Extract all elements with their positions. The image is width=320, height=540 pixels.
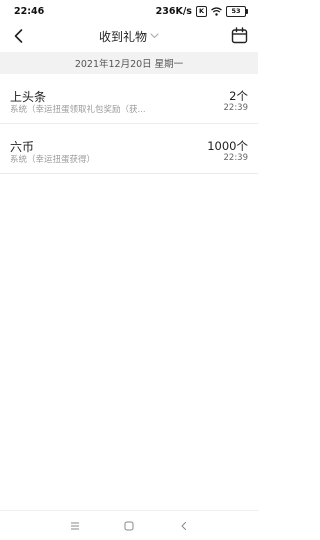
header: 收到礼物 (0, 22, 258, 50)
battery-icon: 53 (226, 5, 248, 17)
home-square-icon[interactable] (123, 520, 135, 532)
network-speed: 236K/s (155, 5, 192, 17)
gift-time: 22:39 (223, 153, 249, 163)
menu-icon[interactable] (69, 520, 81, 532)
date-label: 2021年12月20日 星期一 (74, 59, 184, 70)
calendar-icon[interactable] (231, 27, 248, 44)
gift-time: 22:39 (223, 103, 249, 113)
page-title: 收到礼物 (98, 29, 147, 44)
list-item[interactable]: 上头条 系统（幸运扭蛋领取礼包奖励（获... 2个 22:39 (0, 74, 258, 124)
wifi-icon (211, 6, 222, 16)
chevron-down-icon (150, 33, 159, 39)
gift-amount: 1000个 (207, 139, 248, 153)
gift-amount: 2个 (229, 89, 248, 103)
sim-icon: K (195, 5, 207, 17)
gift-source: 系统（幸运扭蛋领取礼包奖励（获... (10, 105, 146, 115)
back-triangle-icon[interactable] (178, 520, 190, 532)
status-bar: 22:46 236K/s K 53 (0, 0, 258, 22)
system-nav-bar (0, 510, 258, 540)
list-item[interactable]: 六币 系统（幸运扭蛋获得） 1000个 22:39 (0, 124, 258, 174)
gift-source: 系统（幸运扭蛋获得） (10, 155, 96, 165)
title-dropdown[interactable]: 收到礼物 (0, 22, 258, 50)
date-bar: 2021年12月20日 星期一 (0, 52, 258, 74)
status-indicators: 236K/s K 53 (155, 5, 248, 17)
status-time: 22:46 (14, 5, 45, 17)
gift-list: 上头条 系统（幸运扭蛋领取礼包奖励（获... 2个 22:39 六币 系统（幸运… (0, 74, 258, 174)
